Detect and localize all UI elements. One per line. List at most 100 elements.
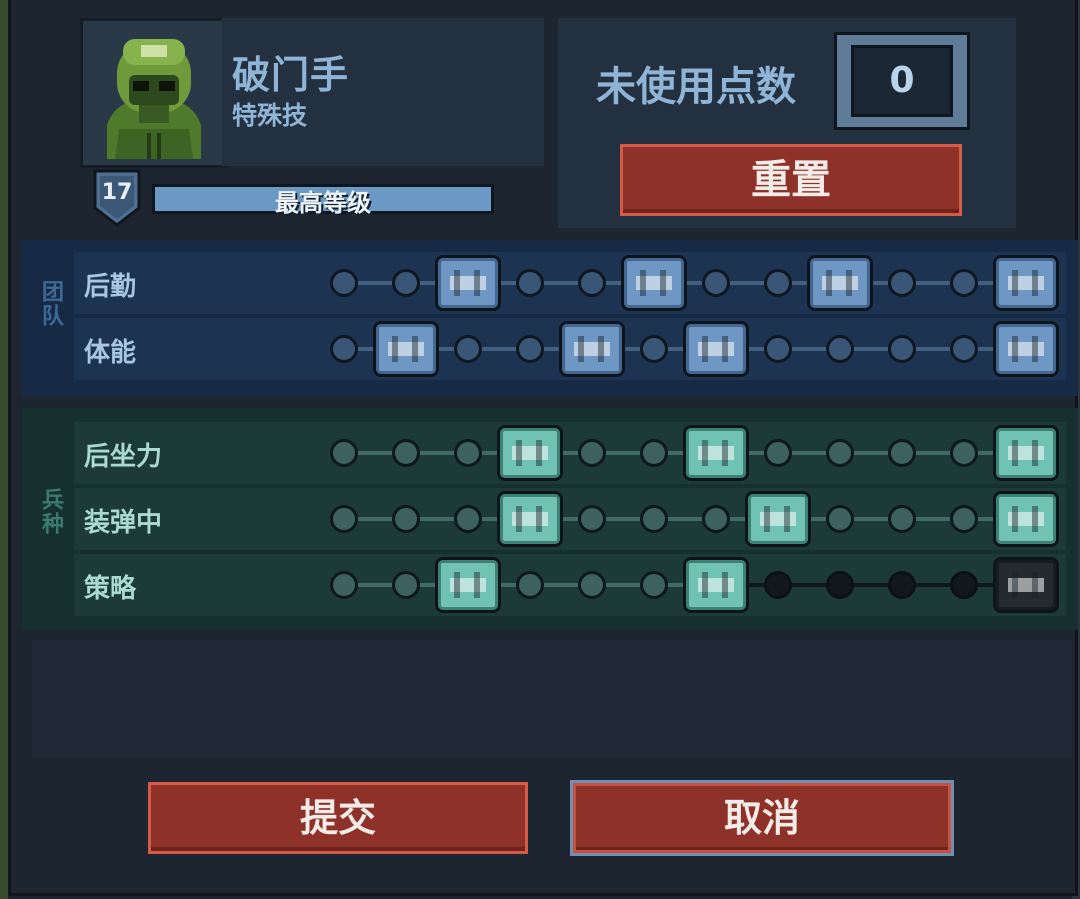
reset-button[interactable]: 重置 [620,144,962,216]
skill-shield-plus-icon[interactable] [621,255,687,311]
magazine-icon [760,506,796,532]
skill-row-fitness: 体能 [74,318,1066,380]
ammo-box-icon [1008,270,1044,296]
skill-spray-icon[interactable] [993,425,1059,481]
class-info-panel: 破门手 特殊技 [222,18,544,166]
skill-node[interactable] [702,505,730,533]
skill-row-reloading: 装弹中 [74,488,1066,550]
skill-locked-skill-icon[interactable] [993,557,1059,613]
row-label: 装弹中 [84,508,163,538]
skill-grip-icon[interactable] [497,425,563,481]
skill-node[interactable] [330,439,358,467]
section-label-class: 兵种 [38,488,63,536]
skill-track [330,554,1062,616]
spray-icon [1008,440,1044,466]
burst-icon [698,440,734,466]
skill-medkit-icon[interactable] [807,255,873,311]
unused-points-value: 0 [851,45,953,117]
skill-supply-crate-icon[interactable] [435,255,501,311]
submit-button[interactable]: 提交 [148,782,528,854]
skill-burst-icon[interactable] [683,425,749,481]
skill-soldier-head-icon[interactable] [993,321,1059,377]
skill-shotgun-icon[interactable] [993,491,1059,547]
skill-node[interactable] [764,571,792,599]
supply-crate-icon [450,270,486,296]
skill-node[interactable] [516,571,544,599]
skill-node[interactable] [392,505,420,533]
skill-node[interactable] [888,571,916,599]
skill-node[interactable] [392,439,420,467]
skill-node[interactable] [764,335,792,363]
skill-node[interactable] [826,335,854,363]
skill-node[interactable] [950,505,978,533]
skill-node[interactable] [950,269,978,297]
skill-node[interactable] [454,439,482,467]
medkit-icon [822,270,858,296]
skill-node[interactable] [888,505,916,533]
skill-track [330,488,1062,550]
skill-knife-icon[interactable] [373,321,439,377]
skill-node[interactable] [640,571,668,599]
skill-node[interactable] [330,335,358,363]
skill-node[interactable] [392,571,420,599]
skill-node[interactable] [392,269,420,297]
skill-fist-icon[interactable] [683,557,749,613]
class-name: 破门手 [232,53,350,97]
locked-skill-icon [1008,572,1044,598]
skill-node[interactable] [826,505,854,533]
skill-node[interactable] [516,335,544,363]
skill-node[interactable] [640,505,668,533]
skill-node[interactable] [950,335,978,363]
skill-node[interactable] [888,439,916,467]
skill-node[interactable] [950,571,978,599]
cancel-button[interactable]: 取消 [570,780,954,856]
row-label: 策略 [84,574,137,604]
skill-node[interactable] [578,439,606,467]
section-team: 团队 后勤 体能 [22,240,1078,396]
skill-node[interactable] [454,335,482,363]
shotgun-icon [1008,506,1044,532]
skill-node[interactable] [888,269,916,297]
skill-track [330,318,1062,380]
skill-node[interactable] [640,439,668,467]
skill-sprint-icon[interactable] [559,321,625,377]
fist-icon [698,572,734,598]
skill-node[interactable] [826,439,854,467]
sprint-icon [574,336,610,362]
skill-node[interactable] [516,269,544,297]
skill-track [330,422,1062,484]
class-type: 特殊技 [232,101,308,130]
section-label-team: 团队 [38,280,63,328]
skill-node[interactable] [888,335,916,363]
row-label: 体能 [84,338,137,368]
skill-node[interactable] [764,439,792,467]
skill-node[interactable] [578,505,606,533]
row-label: 后勤 [84,272,137,302]
skill-node[interactable] [330,571,358,599]
armor-plates-icon [698,336,734,362]
skill-magazine-icon[interactable] [745,491,811,547]
skill-node[interactable] [640,335,668,363]
skill-armor-plates-icon[interactable] [683,321,749,377]
skill-reload-plus-icon[interactable] [497,491,563,547]
skill-node[interactable] [578,269,606,297]
skill-node[interactable] [330,269,358,297]
level-number: 17 [101,180,133,205]
skill-node[interactable] [950,439,978,467]
skill-node[interactable] [826,571,854,599]
skill-node[interactable] [764,269,792,297]
skill-track [330,252,1062,314]
skill-node[interactable] [454,505,482,533]
skill-description-panel [32,640,1072,758]
skill-row-recoil: 后坐力 [74,422,1066,484]
skill-node[interactable] [330,505,358,533]
skill-ammo-box-icon[interactable] [993,255,1059,311]
breach-icon [450,572,486,598]
skill-node[interactable] [702,269,730,297]
soldier-head-icon [1008,336,1044,362]
reload-plus-icon [512,506,548,532]
skill-node[interactable] [578,571,606,599]
section-class: 兵种 后坐力 装弹中 策略 [22,408,1078,630]
skill-breach-icon[interactable] [435,557,501,613]
knife-icon [388,336,424,362]
